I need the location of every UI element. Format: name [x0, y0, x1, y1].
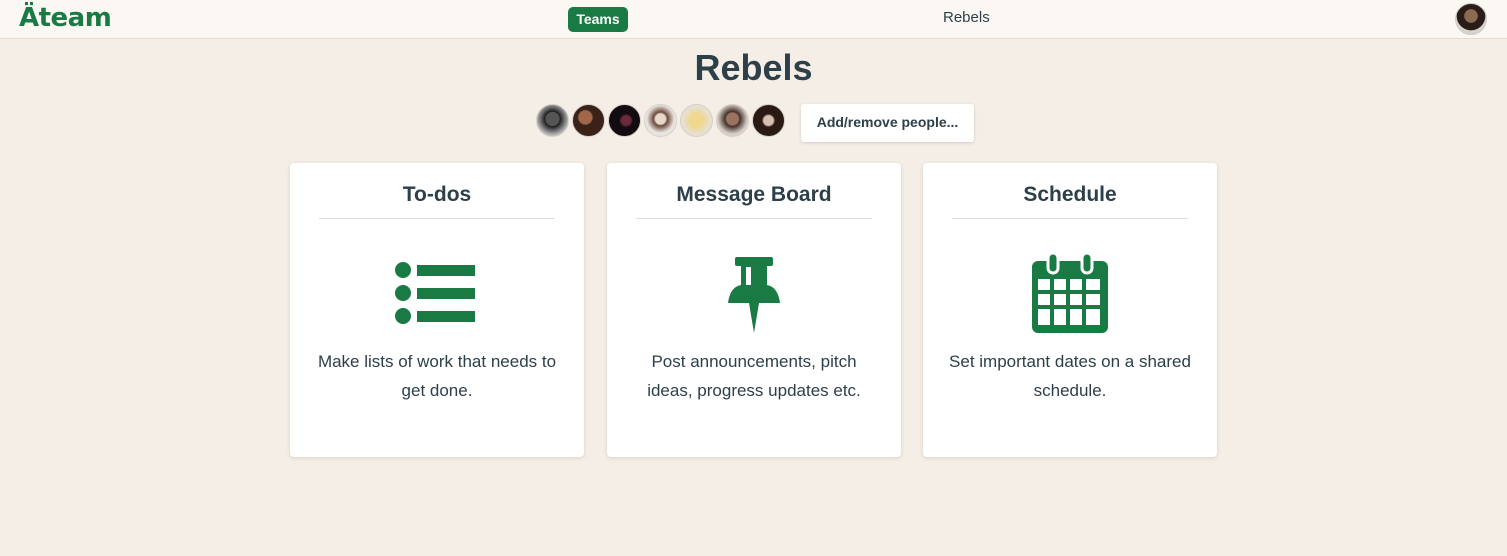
card-message-board[interactable]: Message Board Post announcements, pitch … [607, 163, 901, 457]
add-remove-people-button[interactable]: Add/remove people... [801, 104, 974, 142]
teams-button[interactable]: Teams [568, 7, 628, 32]
page-title: Rebels [694, 47, 813, 88]
list-icon [395, 262, 475, 324]
member-avatar[interactable] [752, 104, 785, 137]
member-avatar[interactable] [716, 104, 749, 137]
app-logo[interactable]: Äteam [19, 3, 112, 33]
member-avatar[interactable] [644, 104, 677, 137]
card-title: To-dos [319, 183, 555, 219]
member-avatar[interactable] [608, 104, 641, 137]
calendar-icon [1032, 251, 1108, 333]
card-title: Schedule [952, 183, 1188, 219]
breadcrumb-team[interactable]: Rebels [943, 9, 990, 26]
card-schedule[interactable]: Schedule Set important dates on a shared… [923, 163, 1217, 457]
card-description: Post announcements, pitch ideas, progres… [647, 352, 861, 400]
member-avatar[interactable] [572, 104, 605, 137]
card-title: Message Board [636, 183, 872, 219]
member-avatar[interactable] [536, 104, 569, 137]
user-avatar[interactable] [1455, 3, 1487, 35]
card-description: Set important dates on a shared schedule… [949, 352, 1191, 400]
member-avatar[interactable] [680, 104, 713, 137]
pushpin-icon [728, 257, 780, 333]
card-description: Make lists of work that needs to get don… [317, 352, 557, 400]
card-todos[interactable]: To-dos Make lists of work that needs to … [290, 163, 584, 457]
top-bar: Äteam Teams Rebels [0, 0, 1507, 39]
